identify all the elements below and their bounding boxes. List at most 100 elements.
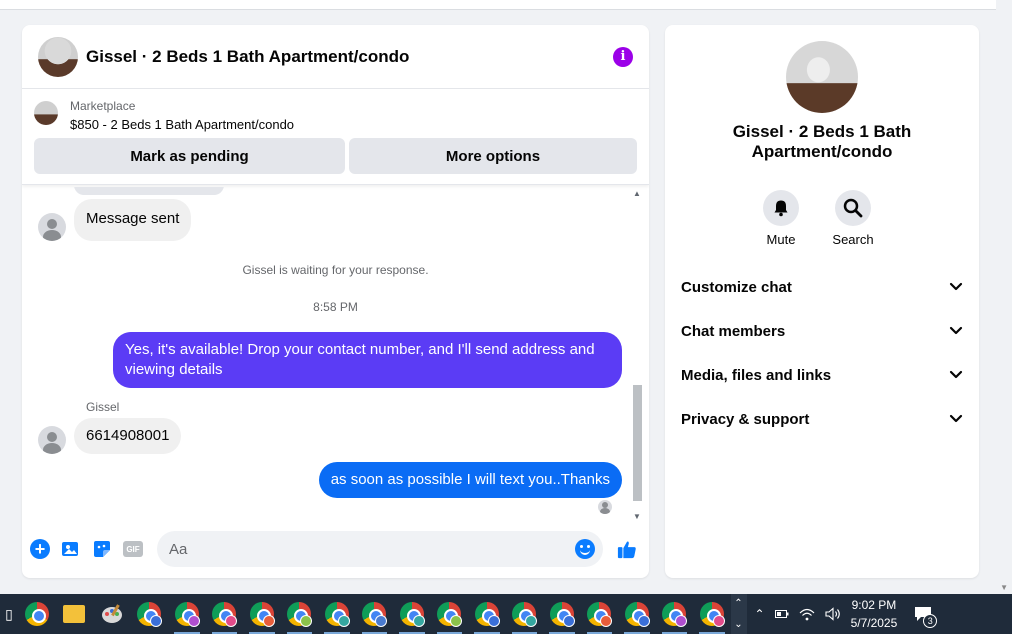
taskbar-chrome-profile[interactable] [281, 594, 319, 634]
taskbar-chrome-profile[interactable] [206, 594, 244, 634]
page-scrollbar[interactable]: ▼ [996, 0, 1012, 594]
message-row-incoming: 6614908001 [38, 418, 182, 454]
mute-label: Mute [766, 232, 796, 247]
taskbar-chrome-profile[interactable] [356, 594, 394, 634]
search-label: Search [832, 232, 874, 247]
volume-icon[interactable] [825, 607, 841, 621]
avatar[interactable] [38, 213, 66, 241]
profile-badge-icon [450, 615, 462, 627]
message-input[interactable] [169, 540, 575, 558]
bell-icon [774, 200, 788, 217]
clock-time: 9:02 PM [851, 598, 897, 612]
section-chat-members[interactable]: Chat members [673, 309, 971, 353]
taskbar-paint[interactable] [93, 594, 131, 634]
marketplace-banner: Marketplace $850 - 2 Beds 1 Bath Apartme… [22, 89, 649, 185]
taskbar-chrome-profiles [131, 594, 731, 634]
mute-button[interactable]: Mute [761, 190, 801, 247]
chat-title[interactable]: Gissel · 2 Beds 1 Bath Apartment/condo [86, 47, 613, 67]
search-button[interactable]: Search [832, 190, 874, 247]
avatar[interactable] [38, 426, 66, 454]
message-row-incoming: Message sent [38, 199, 192, 241]
listing-title[interactable]: $850 - 2 Beds 1 Bath Apartment/condo [70, 117, 294, 132]
conversation-info-panel: Gissel · 2 Beds 1 Bath Apartment/condo M… [665, 25, 979, 578]
wifi-icon[interactable] [799, 607, 815, 621]
gif-icon[interactable]: GIF [123, 541, 143, 557]
scroll-down-arrow-icon[interactable]: ▼ [1000, 583, 1008, 592]
taskbar-chrome-profile[interactable] [468, 594, 506, 634]
profile-badge-icon [712, 615, 725, 627]
section-customize-chat[interactable]: Customize chat [673, 265, 971, 309]
avatar[interactable] [38, 36, 78, 77]
message-bubble-outgoing[interactable]: as soon as possible I will text you..Tha… [318, 462, 622, 498]
profile-badge-icon [562, 615, 575, 627]
notification-center-button[interactable]: 3 [907, 594, 939, 634]
taskbar-overflow-scroller[interactable]: ⌃ ⌄ [730, 594, 747, 634]
taskbar-chrome-profile[interactable] [656, 594, 694, 634]
clock[interactable]: 9:02 PM 5/7/2025 [851, 596, 898, 632]
thumbs-up-icon[interactable] [617, 539, 637, 559]
profile-badge-icon [600, 615, 612, 627]
message-bubble-outgoing[interactable]: Yes, it's available! Drop your contact n… [113, 332, 622, 388]
taskbar-chrome-profile[interactable] [393, 594, 431, 634]
taskbar-chrome[interactable] [18, 594, 56, 634]
message-bubble[interactable]: 6614908001 [74, 418, 182, 454]
previous-message-bubble [74, 187, 224, 195]
taskbar-chrome-profile[interactable] [693, 594, 731, 634]
profile-badge-icon [637, 615, 650, 627]
chevron-down-icon[interactable]: ⌄ [734, 619, 742, 630]
taskbar-chrome-profile[interactable] [618, 594, 656, 634]
taskbar-chrome-profile[interactable] [581, 594, 619, 634]
taskbar-file-explorer[interactable] [56, 594, 94, 634]
section-label: Chat members [681, 322, 786, 340]
profile-badge-icon [525, 615, 537, 627]
sticker-icon[interactable] [92, 539, 112, 559]
scrollbar-thumb[interactable] [633, 385, 642, 501]
paint-palette-icon [101, 604, 122, 623]
profile-badge-icon [187, 615, 200, 627]
battery-icon[interactable] [774, 609, 789, 619]
scroll-down-arrow-icon[interactable]: ▼ [633, 512, 641, 521]
composer: + GIF [22, 529, 649, 569]
section-label: Customize chat [681, 278, 792, 296]
mark-as-pending-button[interactable]: Mark as pending [34, 138, 345, 174]
profile-badge-icon [150, 615, 162, 627]
chevron-down-icon [949, 370, 963, 379]
message-bubble[interactable]: Message sent [74, 199, 192, 241]
system-tray: ⌃ [755, 607, 841, 621]
more-options-button[interactable]: More options [349, 138, 637, 174]
marketplace-label: Marketplace [70, 99, 136, 113]
photo-icon[interactable] [61, 539, 81, 559]
chevron-up-icon[interactable]: ⌃ [755, 607, 765, 621]
scroll-up-arrow-icon[interactable]: ▲ [633, 189, 641, 198]
section-media-files-links[interactable]: Media, files and links [673, 353, 971, 397]
message-scrollbar[interactable]: ▲ ▼ [631, 189, 643, 521]
section-privacy-support[interactable]: Privacy & support [673, 397, 971, 441]
read-receipt-avatar [598, 500, 612, 514]
browser-top-strip [0, 0, 996, 10]
avatar[interactable] [786, 41, 858, 113]
folder-icon [63, 605, 86, 623]
taskbar-chrome-profile[interactable] [131, 594, 169, 634]
taskbar-chrome-profile[interactable] [243, 594, 281, 634]
plus-icon[interactable]: + [30, 539, 50, 559]
profile-badge-icon [675, 615, 687, 627]
taskbar-chrome-profile[interactable] [506, 594, 544, 634]
profile-badge-icon [412, 615, 425, 627]
profile-badge-icon [487, 615, 500, 627]
profile-badge-icon [375, 615, 387, 627]
taskbar-chrome-profile[interactable] [168, 594, 206, 634]
timestamp: 8:58 PM [313, 300, 358, 314]
waiting-notice: Gissel is waiting for your response. [242, 263, 429, 277]
profile-badge-icon [225, 615, 237, 627]
taskbar-chrome-profile[interactable] [543, 594, 581, 634]
taskbar-chrome-profile[interactable] [431, 594, 469, 634]
listing-thumbnail[interactable] [34, 101, 58, 125]
sender-name: Gissel [86, 400, 120, 414]
task-view-icon[interactable]: ▯ [0, 594, 18, 634]
taskbar: ▯ ⌃ ⌄ ⌃ 9:02 PM 5/7/2025 3 [0, 594, 1012, 634]
chevron-up-icon[interactable]: ⌃ [734, 598, 742, 609]
info-icon[interactable]: i [613, 46, 633, 67]
chevron-down-icon [949, 282, 963, 291]
emoji-icon[interactable] [575, 539, 595, 559]
taskbar-chrome-profile[interactable] [318, 594, 356, 634]
